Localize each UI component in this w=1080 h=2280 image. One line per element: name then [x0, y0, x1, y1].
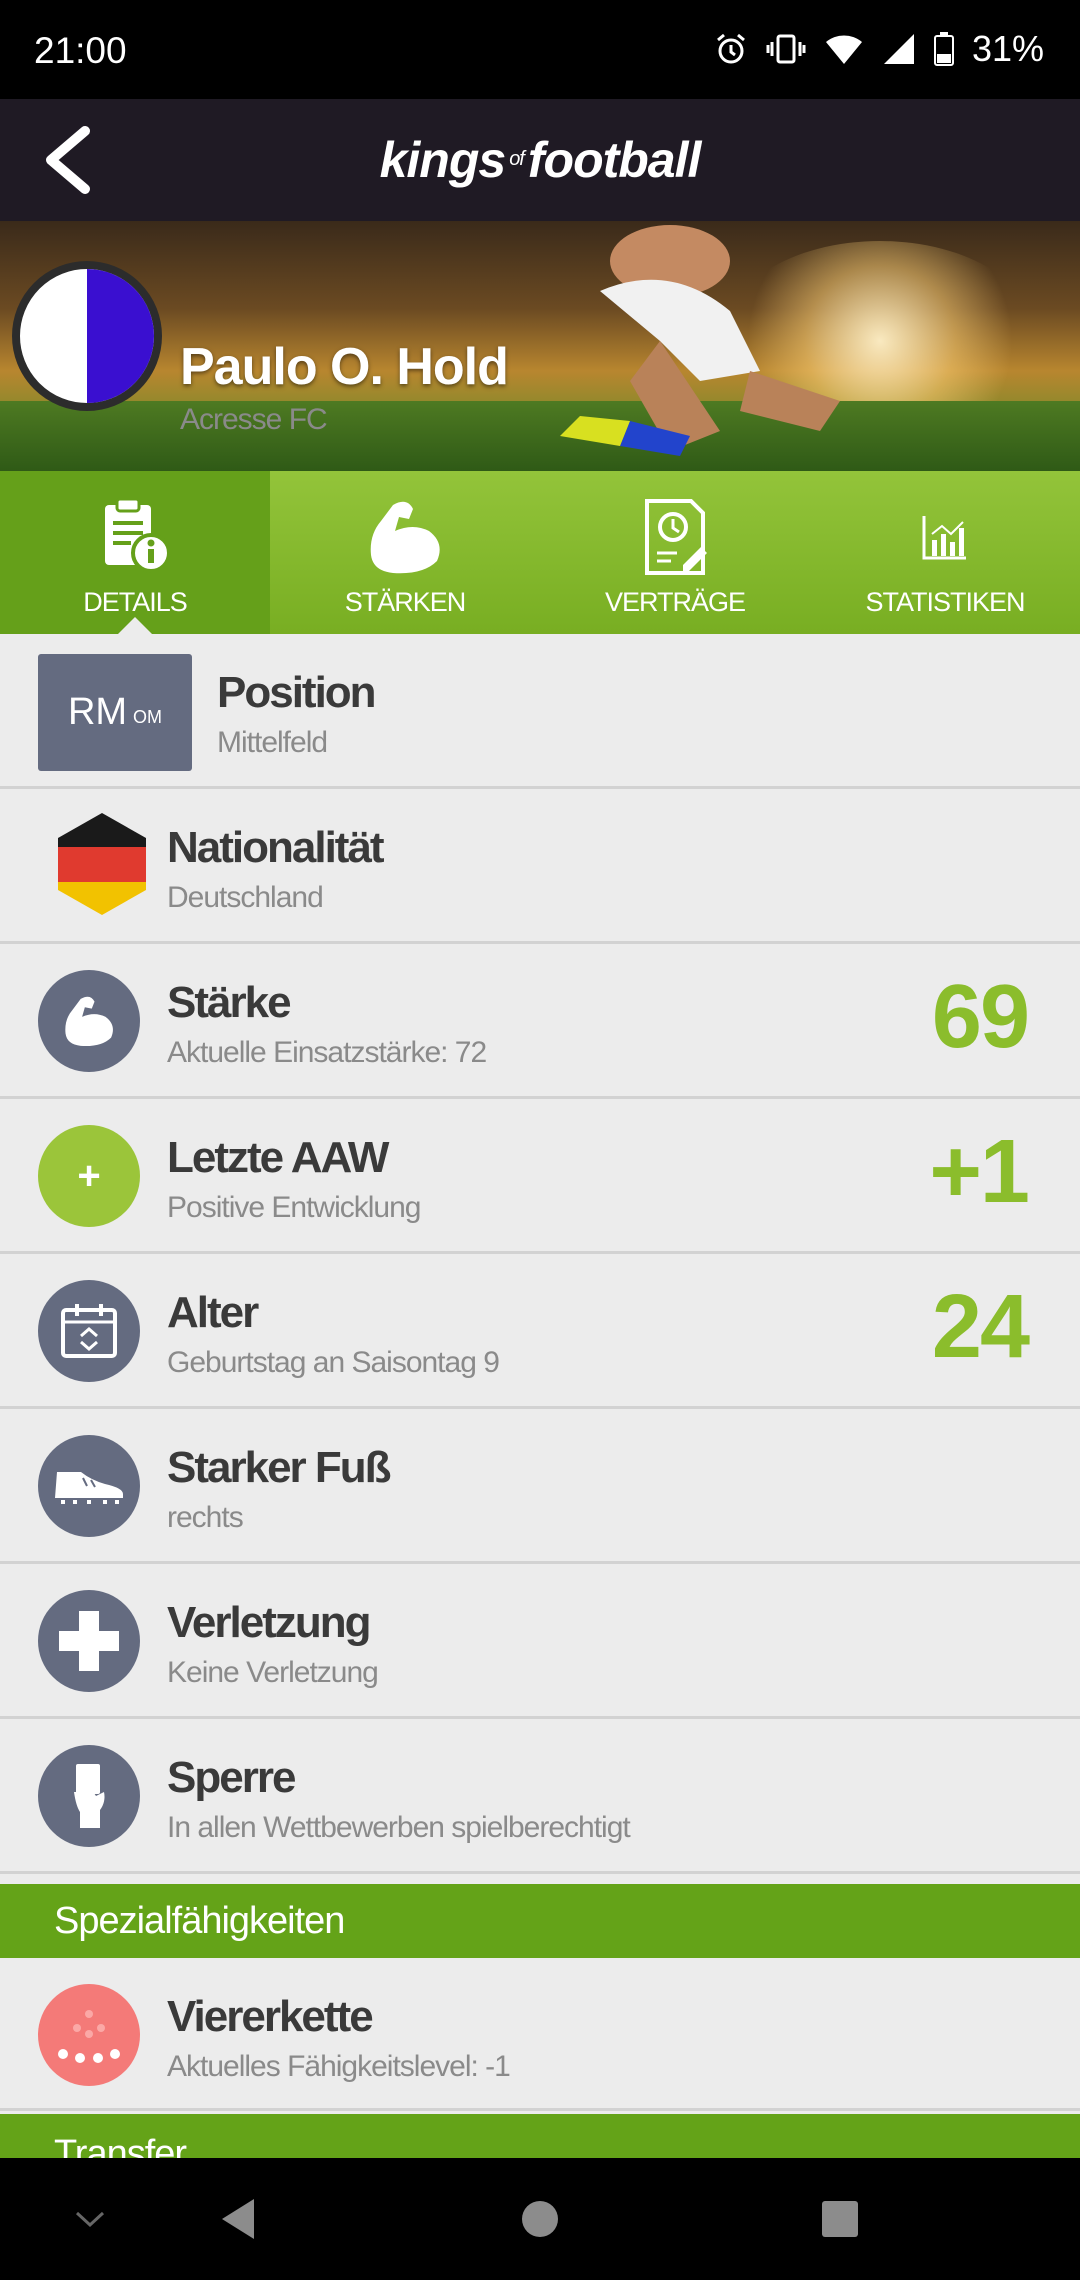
row-subtitle: Keine Verletzung	[167, 1656, 379, 1689]
row-strength: Stärke Aktuelle Einsatzstärke: 72 69	[0, 944, 1080, 1099]
muscle-icon	[65, 996, 113, 1047]
vibrate-icon	[766, 34, 806, 64]
battery-percent: 31%	[971, 28, 1044, 69]
player-name: Paulo O. Hold	[180, 338, 509, 396]
row-subtitle: Geburtstag an Saisontag 9	[167, 1346, 500, 1379]
circle-home-icon	[522, 2201, 558, 2237]
nav-collapse-button[interactable]	[50, 2188, 130, 2250]
row-position: RM OM Position Mittelfeld	[0, 634, 1080, 789]
row-title: Verletzung	[167, 1598, 371, 1647]
row-subtitle: Aktuelles Fähigkeitslevel: -1	[167, 2050, 511, 2083]
battery-icon	[933, 32, 954, 66]
position-badge: RM OM	[38, 654, 192, 771]
row-subtitle: Positive Entwicklung	[167, 1191, 421, 1224]
app-logo: kings offootball	[379, 132, 702, 188]
tab-label: STATISTIKEN	[865, 587, 1025, 617]
alarm-icon	[716, 33, 745, 64]
bar-chart-icon	[922, 516, 966, 560]
player-details-list: RM OM Position Mittelfeld Nationalität De…	[0, 634, 1080, 1874]
tab-label: VERTRÄGE	[604, 587, 746, 617]
kneeling-player-image	[560, 225, 840, 456]
dots-icon	[58, 2010, 120, 2063]
tab-details[interactable]: DETAILS	[0, 471, 270, 635]
system-nav-bar	[0, 2158, 1080, 2280]
row-subtitle: Mittelfeld	[217, 726, 328, 759]
row-subtitle: In allen Wettbewerben spielberechtigt	[167, 1811, 631, 1844]
row-age: Alter Geburtstag an Saisontag 9 24	[0, 1254, 1080, 1409]
contract-clock-icon	[645, 499, 707, 575]
ability-icon-circle	[38, 1984, 140, 2086]
row-viererkette[interactable]: Viererkette Aktuelles Fähigkeitslevel: -…	[0, 1958, 1080, 2111]
player-hero-banner: Paulo O. Hold Acresse FC	[0, 221, 1080, 471]
tab-label: DETAILS	[83, 587, 188, 617]
square-recents-icon	[822, 2201, 858, 2237]
row-title: Letzte AAW	[167, 1133, 389, 1182]
signal-icon	[883, 34, 914, 64]
row-nationality: Nationalität Deutschland	[0, 789, 1080, 944]
row-suspension: Sperre In allen Wettbewerben spielberech…	[0, 1719, 1080, 1874]
row-strong-foot: Starker Fuß rechts	[0, 1409, 1080, 1564]
calendar-icon	[61, 1304, 117, 1358]
tab-vertraege[interactable]: VERTRÄGE	[540, 471, 810, 634]
app-bar: kings offootball	[0, 99, 1080, 221]
row-title: Alter	[167, 1288, 259, 1337]
row-subtitle: rechts	[167, 1501, 244, 1534]
germany-flag-icon	[58, 813, 146, 915]
tab-staerken[interactable]: STÄRKEN	[270, 471, 540, 634]
status-icons: 31%	[714, 28, 1044, 70]
chevron-down-icon	[75, 2211, 105, 2228]
medical-cross-icon	[59, 1611, 119, 1671]
triangle-back-icon	[222, 2199, 254, 2239]
boot-icon	[55, 1472, 123, 1504]
active-tab-pointer	[117, 617, 153, 635]
aaw-value: +1	[929, 1122, 1030, 1222]
player-tabs: DETAILS STÄRKEN VERTRÄGE STATISTIKEN	[0, 471, 1080, 635]
row-title: Stärke	[167, 978, 292, 1027]
tab-statistiken[interactable]: STATISTIKEN	[810, 471, 1080, 634]
injury-icon-circle	[38, 1590, 140, 1692]
row-last-aaw: + Letzte AAW Positive Entwicklung +1	[0, 1099, 1080, 1254]
status-bar: 21:00 31%	[0, 0, 1080, 99]
referee-card-icon	[74, 1764, 105, 1828]
age-icon-circle	[38, 1280, 140, 1382]
document-info-icon	[105, 497, 171, 573]
row-title: Position	[217, 668, 377, 717]
row-title: Sperre	[167, 1753, 296, 1802]
row-title: Viererkette	[167, 1992, 374, 2041]
nav-recents-button[interactable]	[800, 2188, 880, 2250]
suspension-icon-circle	[38, 1745, 140, 1847]
row-subtitle: Aktuelle Einsatzstärke: 72	[167, 1036, 487, 1069]
row-injury: Verletzung Keine Verletzung	[0, 1564, 1080, 1719]
player-club: Acresse FC	[180, 403, 328, 436]
foot-icon-circle	[38, 1435, 140, 1537]
section-header-transfer: Transfer	[0, 2114, 1080, 2158]
tab-label: STÄRKEN	[344, 587, 467, 617]
plus-icon: +	[38, 1125, 140, 1227]
row-title: Starker Fuß	[167, 1443, 392, 1492]
nav-back-button[interactable]	[198, 2188, 278, 2250]
status-time: 21:00	[34, 30, 127, 71]
muscle-icon	[370, 501, 440, 574]
strength-icon-circle	[38, 970, 140, 1072]
wifi-icon	[825, 35, 862, 64]
age-value: 24	[931, 1277, 1030, 1377]
nav-home-button[interactable]	[500, 2188, 580, 2250]
section-header-special: Spezialfähigkeiten	[0, 1884, 1080, 1958]
strength-value: 69	[931, 967, 1030, 1067]
row-subtitle: Deutschland	[167, 881, 324, 914]
row-title: Nationalität	[167, 823, 385, 872]
club-badge	[12, 261, 162, 411]
